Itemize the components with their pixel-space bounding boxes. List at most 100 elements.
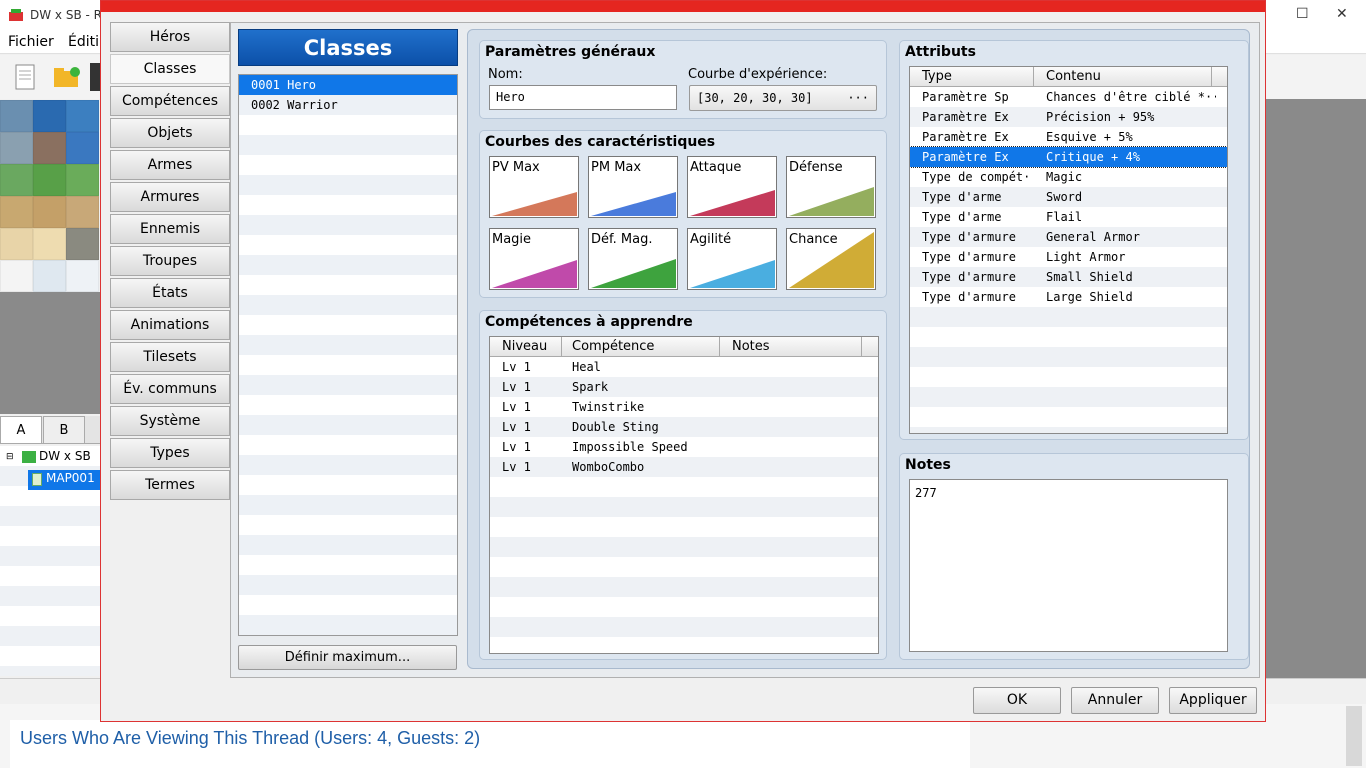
trait-row[interactable]: Type d'arme Flail	[910, 207, 1227, 227]
curve-label: Déf. Mag.	[591, 232, 653, 247]
class-item-hero[interactable]: 0001 Hero	[239, 75, 457, 95]
nav-classes[interactable]: Classes	[110, 54, 230, 84]
curve-magie[interactable]: Magie	[489, 228, 579, 290]
exp-curve-label: Courbe d'expérience:	[688, 67, 828, 82]
tab-b[interactable]: B	[43, 416, 85, 444]
trait-type: Type d'armure	[922, 290, 1016, 304]
learning-row[interactable]: Lv 1 Double Sting	[490, 417, 878, 437]
learning-skill: WomboCombo	[572, 460, 645, 474]
trait-row[interactable]: Paramètre Ex Esquive + 5%	[910, 127, 1227, 147]
apply-button[interactable]: Appliquer	[1169, 687, 1257, 714]
col-content[interactable]: Contenu	[1034, 67, 1212, 87]
nav-items[interactable]: Objets	[110, 118, 230, 148]
curve-d-fense[interactable]: Défense	[786, 156, 876, 218]
class-item-warrior[interactable]: 0002 Warrior	[239, 95, 457, 115]
traits-title: Attributs	[905, 44, 976, 60]
ok-button[interactable]: OK	[973, 687, 1061, 714]
col-skill[interactable]: Compétence	[560, 337, 720, 357]
tab-a[interactable]: A	[0, 416, 42, 444]
tree-root[interactable]: DW x SB	[39, 449, 91, 463]
trait-content: Sword	[1046, 190, 1083, 204]
notes-group: Notes 277	[899, 453, 1249, 660]
learning-level: Lv 1	[502, 440, 531, 454]
traits-table[interactable]: Type Contenu Paramètre Sp Chances d'être …	[909, 66, 1228, 434]
trait-row[interactable]: Paramètre Sp Chances d'être ciblé *···	[910, 87, 1227, 107]
map-area-right	[1266, 99, 1366, 679]
close-icon[interactable]: ✕	[1336, 6, 1348, 22]
col-type[interactable]: Type	[910, 67, 1034, 87]
curve-d-f-mag[interactable]: Déf. Mag.	[588, 228, 678, 290]
nav-common-events[interactable]: Év. communs	[110, 374, 230, 404]
trait-row[interactable]: Paramètre Ex Précision + 95%	[910, 107, 1227, 127]
curve-agilit[interactable]: Agilité	[687, 228, 777, 290]
nav-enemies[interactable]: Ennemis	[110, 214, 230, 244]
trait-content: Light Armor	[1046, 250, 1126, 264]
trait-row[interactable]: Type d'arme Sword	[910, 187, 1227, 207]
toolbar-icon-partial[interactable]	[90, 63, 100, 91]
category-nav: Héros Classes Compétences Objets Armes A…	[110, 22, 230, 502]
ellipsis-icon[interactable]: ···	[847, 86, 869, 110]
trait-type: Type d'armure	[922, 250, 1016, 264]
cancel-button[interactable]: Annuler	[1071, 687, 1159, 714]
learning-row[interactable]: Lv 1 Spark	[490, 377, 878, 397]
learnings-table[interactable]: Niveau Compétence Notes Lv 1 Heal Lv 1 Spar…	[489, 336, 879, 654]
nav-weapons[interactable]: Armes	[110, 150, 230, 180]
trait-row[interactable]: Paramètre Ex Critique + 4%	[910, 146, 1227, 168]
maximize-icon[interactable]: ☐	[1296, 6, 1309, 22]
param-curves-title: Courbes des caractéristiques	[485, 134, 716, 150]
set-maximum-button[interactable]: Définir maximum...	[238, 645, 457, 670]
learnings-title: Compétences à apprendre	[485, 314, 693, 330]
notes-textarea[interactable]: 277	[909, 479, 1228, 652]
learning-row[interactable]: Lv 1 Impossible Speed	[490, 437, 878, 457]
tree-map-item[interactable]: MAP001	[46, 471, 95, 485]
nav-system[interactable]: Système	[110, 406, 230, 436]
nav-states[interactable]: États	[110, 278, 230, 308]
classes-list[interactable]: 0001 Hero 0002 Warrior	[238, 74, 458, 636]
open-project-icon[interactable]	[52, 65, 82, 91]
trait-type: Paramètre Ex	[922, 110, 1009, 124]
trait-row[interactable]: Type d'armure Small Shield	[910, 267, 1227, 287]
trait-type: Type d'armure	[922, 230, 1016, 244]
map-icon	[32, 473, 42, 486]
nav-armors[interactable]: Armures	[110, 182, 230, 212]
curve-attaque[interactable]: Attaque	[687, 156, 777, 218]
learning-row[interactable]: Lv 1 Twinstrike	[490, 397, 878, 417]
trait-row[interactable]: Type d'armure Large Shield	[910, 287, 1227, 307]
curve-chance[interactable]: Chance	[786, 228, 876, 290]
browser-scrollbar[interactable]	[1346, 706, 1362, 766]
curve-label: PM Max	[591, 160, 642, 175]
menu-edit[interactable]: Éditi	[68, 34, 99, 50]
curve-pm-max[interactable]: PM Max	[588, 156, 678, 218]
col-notes[interactable]: Notes	[720, 337, 862, 357]
nav-animations[interactable]: Animations	[110, 310, 230, 340]
name-input[interactable]: Hero	[489, 85, 677, 110]
param-curves-group: Courbes des caractéristiques PV Max PM Ma…	[479, 130, 887, 298]
curve-label: Attaque	[690, 160, 742, 175]
collapse-icon[interactable]: ⊟	[6, 452, 14, 462]
exp-curve-field[interactable]: [30, 20, 30, 30] ···	[689, 85, 877, 111]
nav-types[interactable]: Types	[110, 438, 230, 468]
trait-content: Magic	[1046, 170, 1083, 184]
learning-row[interactable]: Lv 1 Heal	[490, 357, 878, 377]
palette-tabs: A B	[0, 416, 100, 444]
trait-row[interactable]: Type d'armure General Armor	[910, 227, 1227, 247]
traits-body: Paramètre Sp Chances d'être ciblé *··· Par…	[910, 87, 1227, 433]
learnings-body: Lv 1 Heal Lv 1 Spark Lv 1 Twinstrike Lv 1 Doubl…	[490, 357, 878, 653]
nav-heroes[interactable]: Héros	[110, 22, 230, 52]
nav-tilesets[interactable]: Tilesets	[110, 342, 230, 372]
nav-troops[interactable]: Troupes	[110, 246, 230, 276]
col-level[interactable]: Niveau	[490, 337, 562, 357]
trait-row[interactable]: Type d'armure Light Armor	[910, 247, 1227, 267]
tile-palette[interactable]	[0, 100, 100, 292]
learning-row[interactable]: Lv 1 WomboCombo	[490, 457, 878, 477]
new-project-icon[interactable]	[14, 63, 38, 91]
curve-label: Agilité	[690, 232, 732, 247]
trait-row[interactable]: Type de compét··· Magic	[910, 167, 1227, 187]
learning-level: Lv 1	[502, 360, 531, 374]
nav-terms[interactable]: Termes	[110, 470, 230, 500]
nav-skills[interactable]: Compétences	[110, 86, 230, 116]
curve-pv-max[interactable]: PV Max	[489, 156, 579, 218]
project-icon	[22, 451, 36, 463]
learning-level: Lv 1	[502, 420, 531, 434]
menu-file[interactable]: Fichier	[8, 34, 54, 50]
